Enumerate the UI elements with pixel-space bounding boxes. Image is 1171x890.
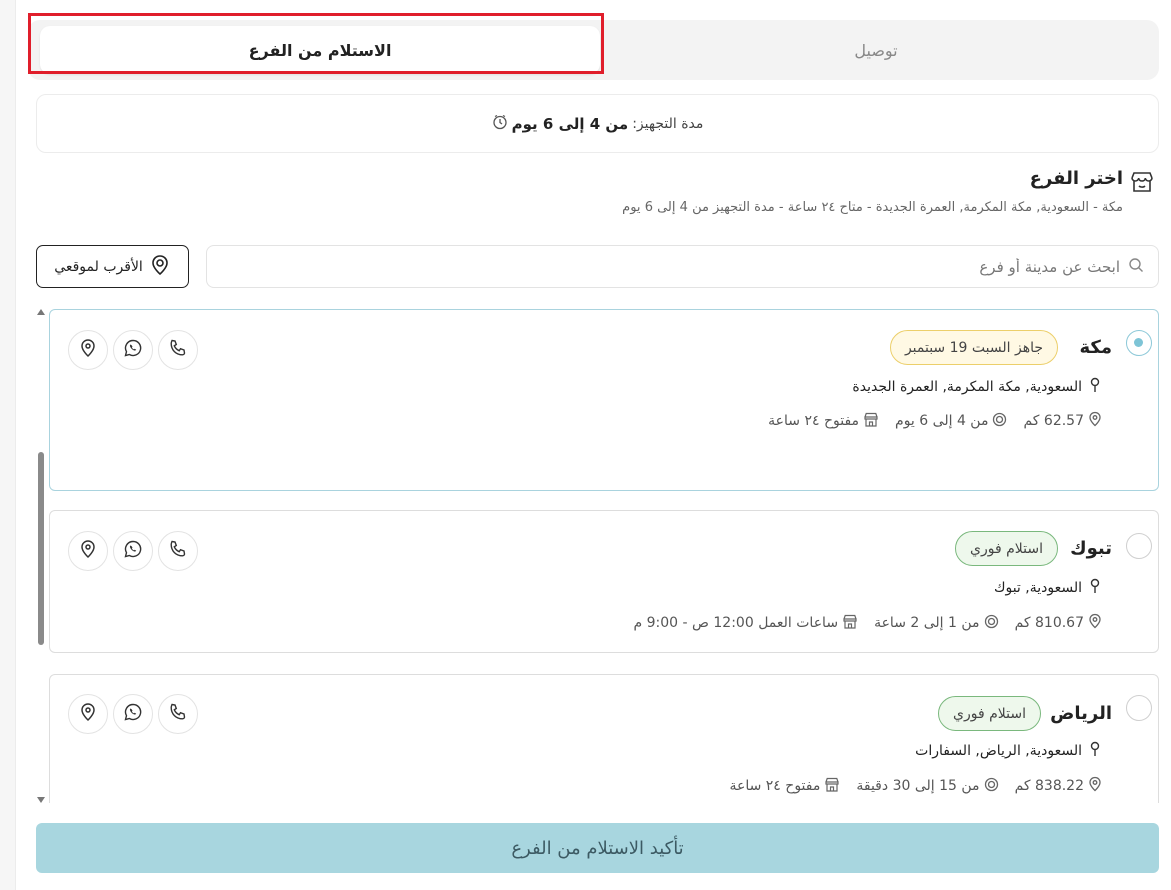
map-pin-icon [1088, 741, 1102, 761]
section-subtitle: مكة - السعودية, مكة المكرمة, العمرة الجد… [622, 200, 1123, 215]
opening-hours: مفتوح ٢٤ ساعة [768, 413, 860, 429]
distance: 810.67 كم [1014, 615, 1084, 631]
address-text: السعودية, مكة المكرمة, العمرة الجديدة [852, 379, 1082, 395]
timer-icon [984, 614, 999, 633]
whatsapp-icon [123, 539, 143, 563]
fulfillment-tabs: الاستلام من الفرع توصيل [28, 20, 1159, 80]
whatsapp-button[interactable] [113, 330, 153, 370]
location-icon [1088, 411, 1102, 431]
branch-name: الرياض [1050, 703, 1112, 724]
section-title: اختر الفرع [1029, 168, 1123, 189]
prep-duration-box: مدة التجهيز: من 4 إلى 6 يوم [36, 94, 1159, 153]
tab-pickup[interactable]: الاستلام من الفرع [40, 26, 600, 74]
shop-icon [842, 614, 858, 633]
branch-meta: 62.57 كم من 4 إلى 6 يوم مفتوح ٢٤ ساعة [768, 411, 1102, 431]
whatsapp-icon [123, 338, 143, 362]
branch-radio[interactable] [1126, 330, 1152, 356]
distance: 838.22 كم [1014, 778, 1084, 794]
branch-address: السعودية, مكة المكرمة, العمرة الجديدة [852, 377, 1102, 397]
call-button[interactable] [158, 330, 198, 370]
branch-radio[interactable] [1126, 533, 1152, 559]
scrollbar-thumb[interactable] [38, 452, 44, 645]
whatsapp-button[interactable] [113, 694, 153, 734]
branch-radio[interactable] [1126, 695, 1152, 721]
phone-icon [168, 702, 188, 726]
clock-icon [492, 114, 508, 134]
status-badge: استلام فوري [938, 696, 1041, 731]
status-badge: استلام فوري [955, 531, 1058, 566]
search-icon [1128, 257, 1144, 277]
map-pin-icon [1088, 578, 1102, 598]
address-text: السعودية, الرياض, السفارات [915, 743, 1082, 759]
opening-hours: مفتوح ٢٤ ساعة [729, 778, 821, 794]
location-icon [79, 539, 97, 563]
phone-icon [168, 338, 188, 362]
prep-value: من 4 إلى 6 يوم [511, 114, 629, 133]
map-button[interactable] [68, 330, 108, 370]
call-button[interactable] [158, 694, 198, 734]
branch-meta: 838.22 كم من 15 إلى 30 دقيقة مفتوح ٢٤ سا… [729, 776, 1102, 796]
opening-hours: ساعات العمل 12:00 ص - 9:00 م [633, 615, 839, 631]
prep-time: من 1 إلى 2 ساعة [874, 615, 980, 631]
whatsapp-button[interactable] [113, 531, 153, 571]
prep-time: من 4 إلى 6 يوم [895, 413, 989, 429]
shop-icon [863, 412, 879, 431]
distance: 62.57 كم [1023, 413, 1084, 429]
target-icon [149, 254, 171, 280]
nearest-button-label: الأقرب لموقعي [54, 258, 143, 275]
tab-delivery[interactable]: توصيل [600, 26, 1152, 74]
location-icon [1088, 613, 1102, 633]
scroll-down-arrow[interactable] [37, 797, 45, 803]
branch-card-tabuk[interactable]: تبوك استلام فوري السعودية, تبوك 810.67 ك… [49, 510, 1159, 653]
branch-name: تبوك [1070, 538, 1112, 559]
timer-icon [992, 412, 1007, 431]
branch-meta: 810.67 كم من 1 إلى 2 ساعة ساعات العمل 12… [633, 613, 1102, 633]
address-text: السعودية, تبوك [993, 580, 1082, 596]
branch-search [206, 245, 1159, 288]
phone-icon [168, 539, 188, 563]
status-badge: جاهز السبت 19 سبتمبر [889, 330, 1058, 365]
search-input[interactable] [240, 257, 1120, 276]
store-icon [1129, 169, 1155, 195]
call-button[interactable] [158, 531, 198, 571]
branch-card-riyadh[interactable]: الرياض استلام فوري السعودية, الرياض, الس… [49, 674, 1159, 803]
branch-address: السعودية, تبوك [994, 578, 1102, 598]
map-button[interactable] [68, 694, 108, 734]
branch-name: مكة [1079, 337, 1112, 358]
map-button[interactable] [68, 531, 108, 571]
confirm-pickup-button[interactable]: تأكيد الاستلام من الفرع [36, 823, 1159, 873]
prep-time: من 15 إلى 30 دقيقة [856, 778, 980, 794]
left-edge-strip [0, 0, 16, 890]
prep-label: مدة التجهيز: [632, 115, 704, 132]
branch-list: مكة جاهز السبت 19 سبتمبر السعودية, مكة ا… [49, 309, 1159, 803]
branch-address: السعودية, الرياض, السفارات [915, 741, 1102, 761]
location-icon [79, 338, 97, 362]
scroll-up-arrow[interactable] [37, 309, 45, 315]
branch-card-makkah[interactable]: مكة جاهز السبت 19 سبتمبر السعودية, مكة ا… [49, 309, 1159, 491]
location-icon [1088, 776, 1102, 796]
location-icon [79, 702, 97, 726]
nearest-location-button[interactable]: الأقرب لموقعي [36, 245, 189, 288]
map-pin-icon [1088, 377, 1102, 397]
whatsapp-icon [123, 702, 143, 726]
shop-icon [824, 777, 840, 796]
timer-icon [984, 777, 999, 796]
